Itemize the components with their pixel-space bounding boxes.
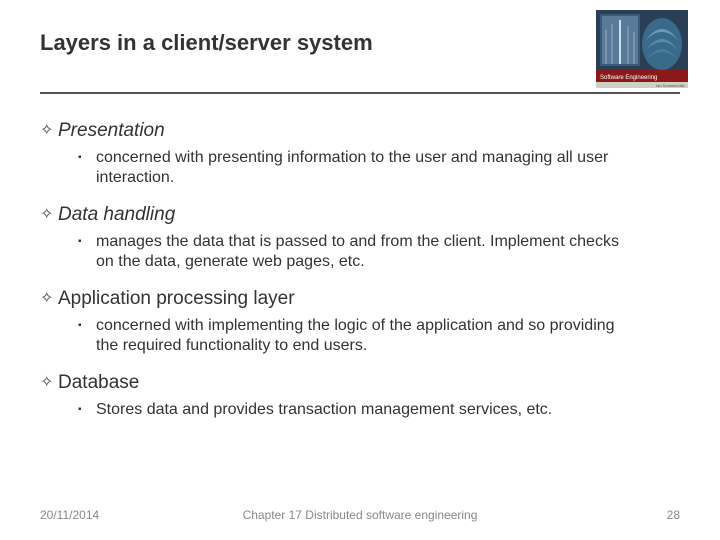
bullet-level2: ▪ concerned with presenting information … bbox=[78, 148, 680, 188]
bullet-heading: Presentation bbox=[58, 120, 165, 142]
logo-author: Ian Sommerville bbox=[656, 83, 685, 88]
slide-header: Layers in a client/server system Softwar… bbox=[40, 28, 680, 98]
square-bullet-icon: ▪ bbox=[78, 400, 96, 420]
slide-footer: 20/11/2014 Chapter 17 Distributed softwa… bbox=[40, 508, 680, 522]
bullet-level2: ▪ Stores data and provides transaction m… bbox=[78, 400, 680, 420]
bullet-level1: ✧ Data handling bbox=[40, 204, 680, 226]
book-cover-logo: Software Engineering Ian Sommerville bbox=[596, 10, 688, 88]
bullet-heading: Data handling bbox=[58, 204, 175, 226]
bullet-body: concerned with presenting information to… bbox=[96, 148, 636, 188]
bullet-level1: ✧ Application processing layer bbox=[40, 288, 680, 310]
footer-date: 20/11/2014 bbox=[40, 508, 99, 522]
bullet-body: concerned with implementing the logic of… bbox=[96, 316, 636, 356]
bullet-level1: ✧ Database bbox=[40, 372, 680, 394]
slide: Layers in a client/server system Softwar… bbox=[0, 0, 720, 540]
bullet-heading: Application processing layer bbox=[58, 288, 295, 310]
logo-caption: Software Engineering bbox=[600, 75, 657, 81]
bullet-level1: ✧ Presentation bbox=[40, 120, 680, 142]
bullet-body: Stores data and provides transaction man… bbox=[96, 400, 552, 420]
footer-page-number: 28 bbox=[667, 508, 680, 522]
header-divider bbox=[40, 92, 680, 94]
bullet-level2: ▪ concerned with implementing the logic … bbox=[78, 316, 680, 356]
book-cover-icon: Software Engineering Ian Sommerville bbox=[596, 10, 688, 88]
slide-title: Layers in a client/server system bbox=[40, 28, 680, 56]
diamond-bullet-icon: ✧ bbox=[40, 204, 58, 226]
diamond-bullet-icon: ✧ bbox=[40, 288, 58, 310]
diamond-bullet-icon: ✧ bbox=[40, 372, 58, 394]
square-bullet-icon: ▪ bbox=[78, 148, 96, 168]
square-bullet-icon: ▪ bbox=[78, 316, 96, 336]
bullet-level2: ▪ manages the data that is passed to and… bbox=[78, 232, 680, 272]
footer-chapter: Chapter 17 Distributed software engineer… bbox=[40, 508, 680, 522]
bullet-body: manages the data that is passed to and f… bbox=[96, 232, 636, 272]
bullet-heading: Database bbox=[58, 372, 139, 394]
slide-body: ✧ Presentation ▪ concerned with presenti… bbox=[40, 120, 680, 436]
diamond-bullet-icon: ✧ bbox=[40, 120, 58, 142]
square-bullet-icon: ▪ bbox=[78, 232, 96, 252]
